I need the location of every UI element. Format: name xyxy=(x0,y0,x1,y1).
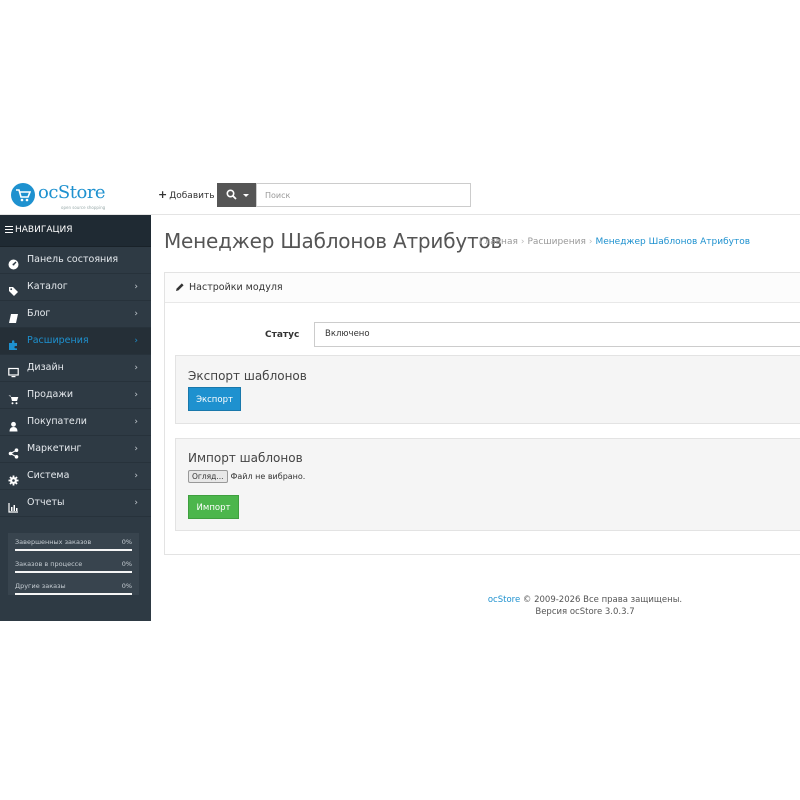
stat-label: Другие заказы xyxy=(15,582,66,590)
breadcrumb-extensions[interactable]: Расширения xyxy=(527,237,585,247)
cog-icon xyxy=(8,471,19,486)
file-input[interactable]: Огляд... Файл не вибрано. xyxy=(188,470,305,483)
footer-copyright: © 2009-2026 Все права защищены. xyxy=(522,595,683,605)
order-stats: Завершенных заказов 0% Заказов в процесс… xyxy=(8,533,139,595)
stat-processing: Заказов в процессе 0% xyxy=(15,558,132,580)
logo-brand-text: ocStore xyxy=(38,182,106,203)
sidebar-item-label: Блог xyxy=(27,308,51,319)
stat-label: Заказов в процессе xyxy=(15,560,83,568)
caret-down-icon xyxy=(243,194,249,197)
chevron-right-icon: › xyxy=(134,417,138,427)
sidebar-item-6[interactable]: Покупатели › xyxy=(0,409,151,436)
logo-cart-icon xyxy=(11,183,35,207)
chevron-right-icon: › xyxy=(134,363,138,373)
sidebar-item-7[interactable]: Маркетинг › xyxy=(0,436,151,463)
breadcrumb-current[interactable]: Менеджер Шаблонов Атрибутов xyxy=(595,237,750,247)
plus-icon: + xyxy=(158,188,168,201)
stat-value: 0% xyxy=(121,560,132,568)
navigation-title: НАВИГАЦИЯ xyxy=(15,225,73,235)
chevron-right-icon: › xyxy=(134,336,138,346)
dashboard-icon xyxy=(8,255,19,270)
chevron-right-icon: › xyxy=(134,390,138,400)
breadcrumb-separator: › xyxy=(520,237,525,247)
chevron-right-icon: › xyxy=(134,444,138,454)
sidebar-item-4[interactable]: Дизайн › xyxy=(0,355,151,382)
sidebar-item-0[interactable]: Панель состояния xyxy=(0,247,151,274)
breadcrumb: Главная › Расширения › Менеджер Шаблонов Атр… xyxy=(479,237,750,247)
cart-icon xyxy=(8,390,19,405)
chevron-right-icon: › xyxy=(134,498,138,508)
sidebar-item-9[interactable]: Отчеты › xyxy=(0,490,151,517)
sidebar-item-label: Маркетинг xyxy=(27,443,82,454)
import-title: Импорт шаблонов xyxy=(188,451,303,465)
footer: ocStore © 2009-2026 Все права защищены. … xyxy=(420,594,750,618)
user-icon xyxy=(8,417,19,432)
export-section: Экспорт шаблонов Экспорт xyxy=(175,355,800,424)
stat-label: Завершенных заказов xyxy=(15,538,92,546)
menu-bars-icon xyxy=(5,224,13,235)
page-title: Менеджер Шаблонов Атрибутов xyxy=(164,229,503,253)
store-logo[interactable]: ocStore open source shopping xyxy=(9,182,149,210)
chevron-right-icon: › xyxy=(134,471,138,481)
sidebar-item-label: Расширения xyxy=(27,335,89,346)
stat-other: Другие заказы 0% xyxy=(15,580,132,602)
export-button[interactable]: Экспорт xyxy=(188,387,241,411)
add-label: Добавить xyxy=(169,191,215,201)
sidebar-item-label: Отчеты xyxy=(27,497,65,508)
sidebar-item-label: Каталог xyxy=(27,281,68,292)
export-title: Экспорт шаблонов xyxy=(188,369,307,383)
file-browse-button[interactable]: Огляд... xyxy=(188,470,228,483)
footer-version: Версия ocStore 3.0.3.7 xyxy=(535,607,635,617)
sidebar-item-label: Система xyxy=(27,470,70,481)
chevron-right-icon: › xyxy=(134,309,138,319)
stat-progress-bar xyxy=(15,593,132,595)
status-label: Статус xyxy=(265,330,300,340)
stat-completed: Завершенных заказов 0% xyxy=(15,536,132,558)
stat-progress-bar xyxy=(15,571,132,573)
import-button[interactable]: Импорт xyxy=(188,495,239,519)
file-status-text: Файл не вибрано. xyxy=(230,472,306,481)
add-new-link[interactable]: + Добавить xyxy=(158,188,215,201)
bar-chart-icon xyxy=(8,498,19,513)
stat-progress-bar xyxy=(15,549,132,551)
puzzle-icon xyxy=(8,336,19,350)
sidebar-item-8[interactable]: Система › xyxy=(0,463,151,490)
sidebar-item-1[interactable]: Каталог › xyxy=(0,274,151,301)
sidebar-item-2[interactable]: Блог › xyxy=(0,301,151,328)
sidebar: НАВИГАЦИЯ Панель состояния Каталог › Блог › Р… xyxy=(0,215,151,621)
sidebar-item-3[interactable]: Расширения › xyxy=(0,328,151,355)
share-icon xyxy=(8,444,19,459)
footer-copyright-line: ocStore © 2009-2026 Все права защищены. xyxy=(420,594,750,606)
panel-heading-text: Настройки модуля xyxy=(189,282,283,293)
status-select[interactable]: Включено xyxy=(314,322,800,347)
search-dropdown-button[interactable] xyxy=(217,183,257,207)
chevron-right-icon: › xyxy=(134,282,138,292)
import-section: Импорт шаблонов Огляд... Файл не вибрано.… xyxy=(175,438,800,531)
monitor-icon xyxy=(8,363,19,378)
navigation-header[interactable]: НАВИГАЦИЯ xyxy=(0,215,151,247)
sidebar-item-label: Продажи xyxy=(27,389,74,400)
stat-value: 0% xyxy=(121,538,132,546)
logo-tagline: open source shopping xyxy=(61,205,106,210)
tags-icon xyxy=(8,282,19,296)
sidebar-item-label: Дизайн xyxy=(27,362,64,373)
settings-panel: Настройки модуля Статус Включено Экспорт… xyxy=(164,272,800,555)
footer-brand-link[interactable]: ocStore xyxy=(488,595,520,605)
sidebar-item-label: Панель состояния xyxy=(27,254,119,265)
top-header: ocStore open source shopping + Добавить xyxy=(0,174,800,215)
breadcrumb-home[interactable]: Главная xyxy=(479,237,518,247)
breadcrumb-separator: › xyxy=(588,237,593,247)
sidebar-item-5[interactable]: Продажи › xyxy=(0,382,151,409)
search-input[interactable] xyxy=(256,183,471,207)
panel-heading: Настройки модуля xyxy=(165,273,800,303)
search-icon xyxy=(226,189,237,200)
nav-menu: Панель состояния Каталог › Блог › Расширения ›… xyxy=(0,247,151,517)
sidebar-item-label: Покупатели xyxy=(27,416,87,427)
book-icon xyxy=(8,309,19,323)
stat-value: 0% xyxy=(121,582,132,590)
pencil-icon xyxy=(176,283,184,291)
